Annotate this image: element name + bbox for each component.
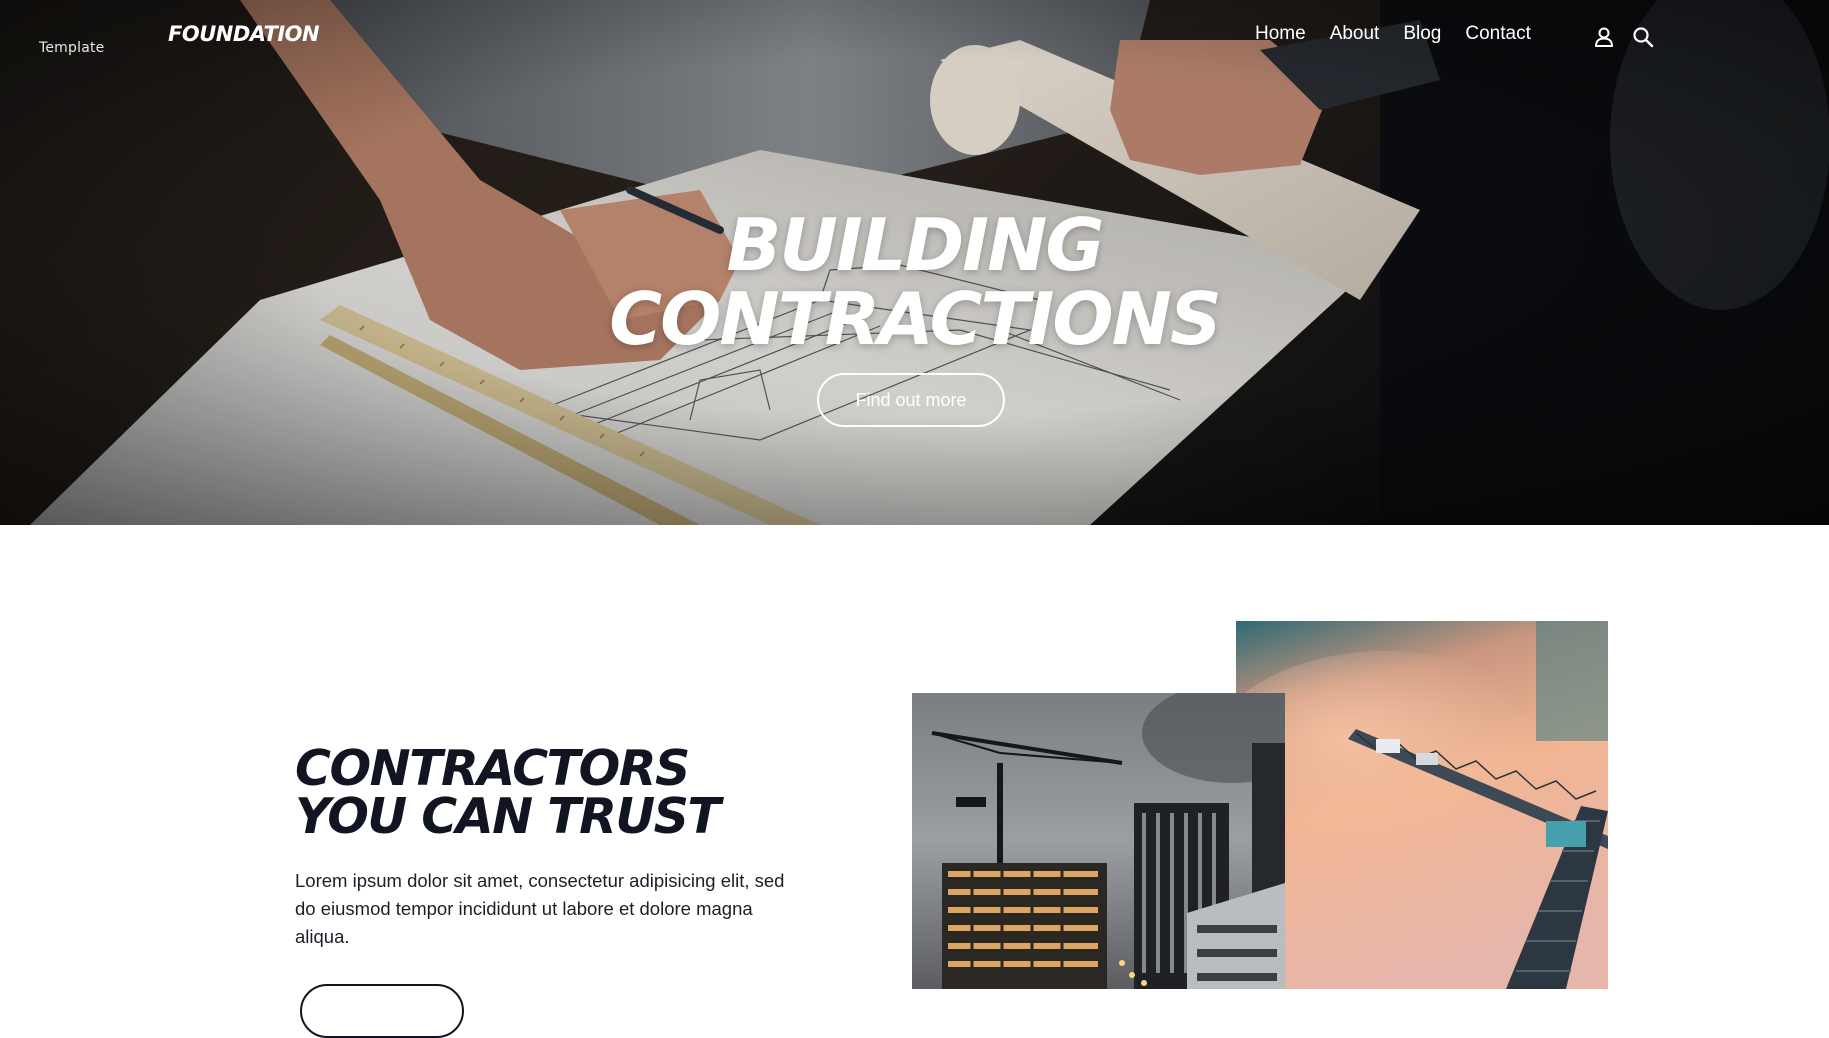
nav-link-about[interactable]: About — [1330, 23, 1380, 45]
construction-site-photo — [912, 693, 1285, 989]
intro-title-line-2: YOU CAN TRUST — [295, 788, 721, 845]
nav-link-home[interactable]: Home — [1255, 23, 1306, 45]
main-nav: Home About Blog Contact — [1255, 23, 1531, 45]
template-label: Template — [39, 40, 105, 56]
find-out-more-button[interactable]: Find out more — [817, 373, 1005, 427]
search-icon[interactable] — [1632, 26, 1654, 48]
intro-text: Lorem ipsum dolor sit amet, consectetur … — [295, 870, 785, 947]
nav-link-contact[interactable]: Contact — [1465, 23, 1530, 45]
hero-title: BUILDING CONTRACTIONS — [0, 208, 1829, 356]
intro-button[interactable] — [300, 984, 464, 1038]
intro-title-line-1: CONTRACTORS — [295, 740, 690, 797]
construction-site-image — [912, 693, 1285, 989]
hero-section: Template FOUNDATION Home About Blog Cont… — [0, 0, 1829, 525]
nav-link-blog[interactable]: Blog — [1403, 23, 1441, 45]
site-logo[interactable]: FOUNDATION — [168, 22, 320, 46]
crane-sky-photo — [1236, 621, 1608, 989]
hero-title-line-1: BUILDING — [726, 203, 1105, 287]
crane-sky-image — [1236, 621, 1608, 989]
user-icon[interactable] — [1593, 26, 1615, 48]
intro-title: CONTRACTORS YOU CAN TRUST — [295, 740, 721, 845]
hero-title-line-2: CONTRACTIONS — [609, 277, 1221, 361]
